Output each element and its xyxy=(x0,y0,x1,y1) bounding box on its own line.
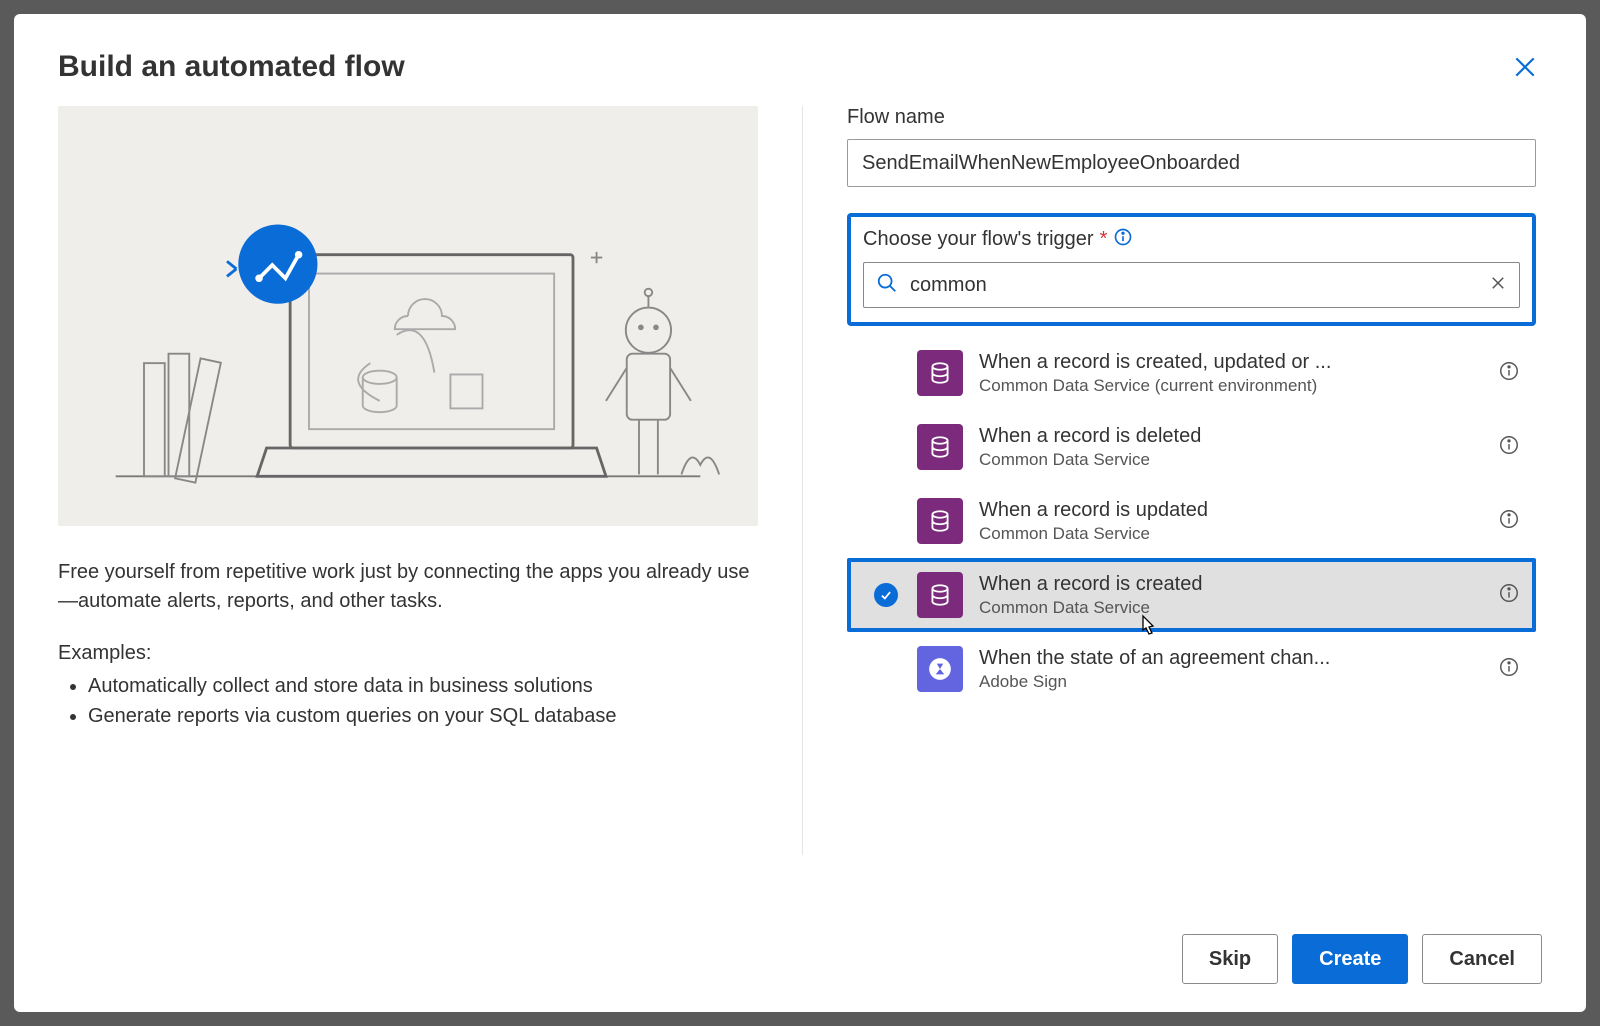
trigger-subtitle: Common Data Service xyxy=(979,524,1482,544)
cds-connector-icon xyxy=(917,424,963,470)
required-asterisk: * xyxy=(1100,228,1108,251)
selected-check-icon xyxy=(874,583,898,607)
clear-icon[interactable] xyxy=(1489,274,1507,297)
illustration xyxy=(58,106,758,526)
trigger-title: When a record is created, updated or ... xyxy=(979,351,1482,374)
adobe-sign-connector-icon xyxy=(917,646,963,692)
example-item: Generate reports via custom queries on y… xyxy=(88,701,758,731)
search-icon xyxy=(876,272,898,299)
trigger-section-highlight: Choose your flow's trigger * xyxy=(847,213,1536,326)
trigger-title: When a record is deleted xyxy=(979,425,1482,448)
info-icon[interactable] xyxy=(1498,360,1520,387)
skip-button[interactable]: Skip xyxy=(1182,934,1278,984)
trigger-title: When a record is created xyxy=(979,573,1482,596)
dialog-footer: Skip Create Cancel xyxy=(58,934,1542,984)
flow-name-input[interactable] xyxy=(847,139,1536,187)
trigger-item[interactable]: When a record is created, updated or ...… xyxy=(847,336,1536,410)
trigger-search-box[interactable] xyxy=(863,262,1520,308)
trigger-search-input[interactable] xyxy=(910,274,1477,297)
info-icon[interactable] xyxy=(1498,656,1520,683)
trigger-subtitle: Common Data Service xyxy=(979,450,1482,470)
right-pane: Flow name Choose your flow's trigger * xyxy=(847,106,1542,920)
info-icon[interactable] xyxy=(1113,227,1133,252)
example-item: Automatically collect and store data in … xyxy=(88,671,758,701)
pane-divider xyxy=(802,106,803,855)
cds-connector-icon xyxy=(917,572,963,618)
info-icon[interactable] xyxy=(1498,508,1520,535)
trigger-item[interactable]: When a record is updated Common Data Ser… xyxy=(847,484,1536,558)
trigger-subtitle: Adobe Sign xyxy=(979,672,1482,692)
dialog-title: Build an automated flow xyxy=(58,50,1542,84)
info-icon[interactable] xyxy=(1498,434,1520,461)
trigger-item-selected[interactable]: When a record is created Common Data Ser… xyxy=(847,558,1536,632)
flow-name-label: Flow name xyxy=(847,106,1536,129)
cds-connector-icon xyxy=(917,498,963,544)
create-button[interactable]: Create xyxy=(1292,934,1408,984)
cancel-button[interactable]: Cancel xyxy=(1422,934,1542,984)
trigger-title: When a record is updated xyxy=(979,499,1482,522)
close-button[interactable] xyxy=(1512,54,1538,85)
close-icon xyxy=(1512,67,1538,84)
cds-connector-icon xyxy=(917,350,963,396)
trigger-item[interactable]: When a record is deleted Common Data Ser… xyxy=(847,410,1536,484)
examples-list: Automatically collect and store data in … xyxy=(58,671,758,731)
info-icon[interactable] xyxy=(1498,582,1520,609)
left-pane: Free yourself from repetitive work just … xyxy=(58,106,758,920)
examples-header: Examples: xyxy=(58,642,758,665)
description-text: Free yourself from repetitive work just … xyxy=(58,558,758,616)
trigger-label: Choose your flow's trigger xyxy=(863,228,1094,251)
trigger-title: When the state of an agreement chan... xyxy=(979,647,1482,670)
trigger-subtitle: Common Data Service xyxy=(979,598,1482,618)
trigger-item[interactable]: When the state of an agreement chan... A… xyxy=(847,632,1536,706)
automated-flow-dialog: Build an automated flow xyxy=(14,14,1586,1012)
trigger-list: When a record is created, updated or ...… xyxy=(847,336,1536,706)
trigger-subtitle: Common Data Service (current environment… xyxy=(979,376,1482,396)
